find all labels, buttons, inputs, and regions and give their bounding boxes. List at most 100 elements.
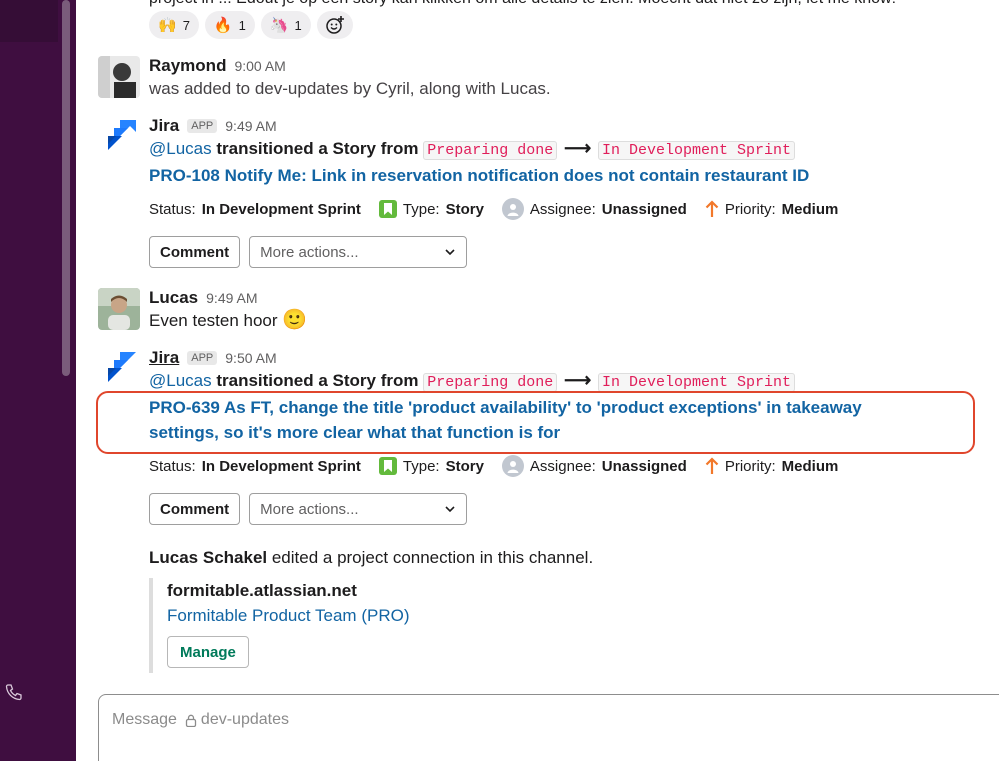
type-label: Type: <box>402 200 440 218</box>
to-state: In Development Sprint <box>597 373 795 392</box>
message-composer[interactable]: Message dev-updates <box>98 694 999 761</box>
priority-value: Medium <box>781 457 839 475</box>
type-field: Type: Story <box>378 457 484 475</box>
sender-name[interactable]: Jira <box>149 116 179 136</box>
reaction-unicorn[interactable]: 🦄 1 <box>260 11 311 39</box>
timestamp[interactable]: 9:49 AM <box>225 118 276 134</box>
more-actions-select[interactable]: More actions... <box>249 493 468 525</box>
avatar[interactable] <box>98 288 140 330</box>
message-text-row: Even testen hoor 🙂 <box>149 308 307 333</box>
reaction-bar: 🙌 7 🔥 1 🦄 1 <box>149 11 353 39</box>
transition-line: @Lucas transitioned a Story from Prepari… <box>149 136 856 163</box>
highlight-annotation <box>96 391 975 454</box>
user-icon <box>501 455 524 477</box>
status-label: Status: <box>149 200 196 218</box>
placeholder-prefix: Message <box>112 711 177 728</box>
add-reaction-button[interactable] <box>316 11 353 39</box>
site-name: formitable.atlassian.net <box>167 581 357 600</box>
avatar[interactable] <box>98 56 140 98</box>
sidebar-active-item[interactable] <box>0 0 58 42</box>
type-value: Story <box>445 200 484 218</box>
editor-name[interactable]: Lucas Schakel <box>149 548 267 567</box>
sender-name[interactable]: Lucas <box>149 288 198 308</box>
message-text: was added to dev-updates by Cyril, along… <box>149 79 551 98</box>
reaction-count: 7 <box>182 17 190 33</box>
status-value: In Development Sprint <box>201 457 361 475</box>
story-icon <box>378 200 397 218</box>
transition-action: transitioned a Story from <box>211 371 424 390</box>
message-pane: project in ... Edout je op een story kan… <box>76 0 999 761</box>
avatar-photo <box>98 288 140 330</box>
app-badge: APP <box>187 351 218 365</box>
more-actions-label: More actions... <box>260 500 359 518</box>
lock-icon <box>185 714 197 727</box>
timestamp[interactable]: 9:50 AM <box>225 350 276 366</box>
to-state: In Development Sprint <box>597 141 795 160</box>
from-state: Preparing done <box>423 141 558 160</box>
add-emoji-icon <box>326 16 344 34</box>
comment-button[interactable]: Comment <box>149 236 241 268</box>
priority-field: Priority: Medium <box>705 457 839 475</box>
chevron-down-icon <box>445 249 455 256</box>
connection-attachment: formitable.atlassian.net Formitable Prod… <box>149 578 593 673</box>
assignee-value: Unassigned <box>601 200 687 218</box>
arrow-icon: ⟶ <box>563 138 592 159</box>
status-field: Status: In Development Sprint <box>149 201 361 218</box>
assignee-label: Assignee: <box>529 200 596 218</box>
connection-line: Lucas Schakel edited a project connectio… <box>149 545 593 570</box>
raised-hands-emoji: 🙌 <box>158 16 177 34</box>
more-actions-select[interactable]: More actions... <box>249 236 468 268</box>
assignee-field: Assignee: Unassigned <box>501 455 687 477</box>
transition-action: transitioned a Story from <box>211 139 424 158</box>
reaction-fire[interactable]: 🔥 1 <box>204 11 255 39</box>
channel-name: dev-updates <box>200 711 289 728</box>
assignee-field: Assignee: Unassigned <box>501 198 687 220</box>
priority-label: Priority: <box>724 200 776 218</box>
chevron-down-icon <box>445 506 455 513</box>
from-state: Preparing done <box>423 373 558 392</box>
user-icon <box>501 198 524 220</box>
reaction-count: 1 <box>294 17 302 33</box>
composer-placeholder: Message dev-updates <box>112 711 289 729</box>
connection-text: edited a project connection in this chan… <box>267 548 594 567</box>
project-link[interactable]: Formitable Product Team (PRO) <box>167 603 593 628</box>
sender-name[interactable]: Raymond <box>149 56 226 76</box>
assignee-value: Unassigned <box>601 457 687 475</box>
assignee-label: Assignee: <box>529 457 596 475</box>
status-field: Status: In Development Sprint <box>149 458 361 475</box>
timestamp[interactable]: 9:49 AM <box>206 290 257 306</box>
workspace-sidebar <box>0 0 76 761</box>
reaction-count: 1 <box>238 17 246 33</box>
jira-logo-icon[interactable] <box>98 116 140 158</box>
arrow-icon: ⟶ <box>563 370 592 391</box>
avatar-photo <box>98 56 140 98</box>
priority-arrow-icon <box>705 200 719 217</box>
more-actions-label: More actions... <box>260 243 359 261</box>
story-icon <box>378 457 397 475</box>
issue-fields: Status: In Development Sprint Type: Stor… <box>149 455 862 477</box>
type-field: Type: Story <box>378 200 484 218</box>
unicorn-emoji: 🦄 <box>269 16 289 34</box>
manage-button[interactable]: Manage <box>167 636 249 668</box>
issue-link[interactable]: PRO-108 Notify Me: Link in reservation n… <box>149 163 856 188</box>
previous-message-text: project in ... Edout je op een story kan… <box>149 0 896 8</box>
sidebar-scrollbar[interactable] <box>62 0 70 376</box>
priority-value: Medium <box>781 200 839 218</box>
comment-button[interactable]: Comment <box>149 493 241 525</box>
timestamp[interactable]: 9:00 AM <box>234 58 285 74</box>
phone-icon[interactable] <box>4 682 24 702</box>
fire-emoji: 🔥 <box>213 16 233 34</box>
priority-label: Priority: <box>724 457 776 475</box>
user-mention[interactable]: @Lucas <box>149 371 212 390</box>
status-label: Status: <box>149 457 196 475</box>
app-badge: APP <box>187 119 218 133</box>
project-connection-message: Lucas Schakel edited a project connectio… <box>149 545 593 673</box>
priority-arrow-icon <box>705 457 719 474</box>
slightly-smiling-emoji: 🙂 <box>282 309 308 331</box>
reaction-raised-hands[interactable]: 🙌 7 <box>149 11 199 39</box>
status-value: In Development Sprint <box>201 200 361 218</box>
user-mention[interactable]: @Lucas <box>149 139 212 158</box>
sender-name[interactable]: Jira <box>149 348 179 368</box>
jira-logo-icon[interactable] <box>98 348 140 390</box>
type-label: Type: <box>402 457 440 475</box>
